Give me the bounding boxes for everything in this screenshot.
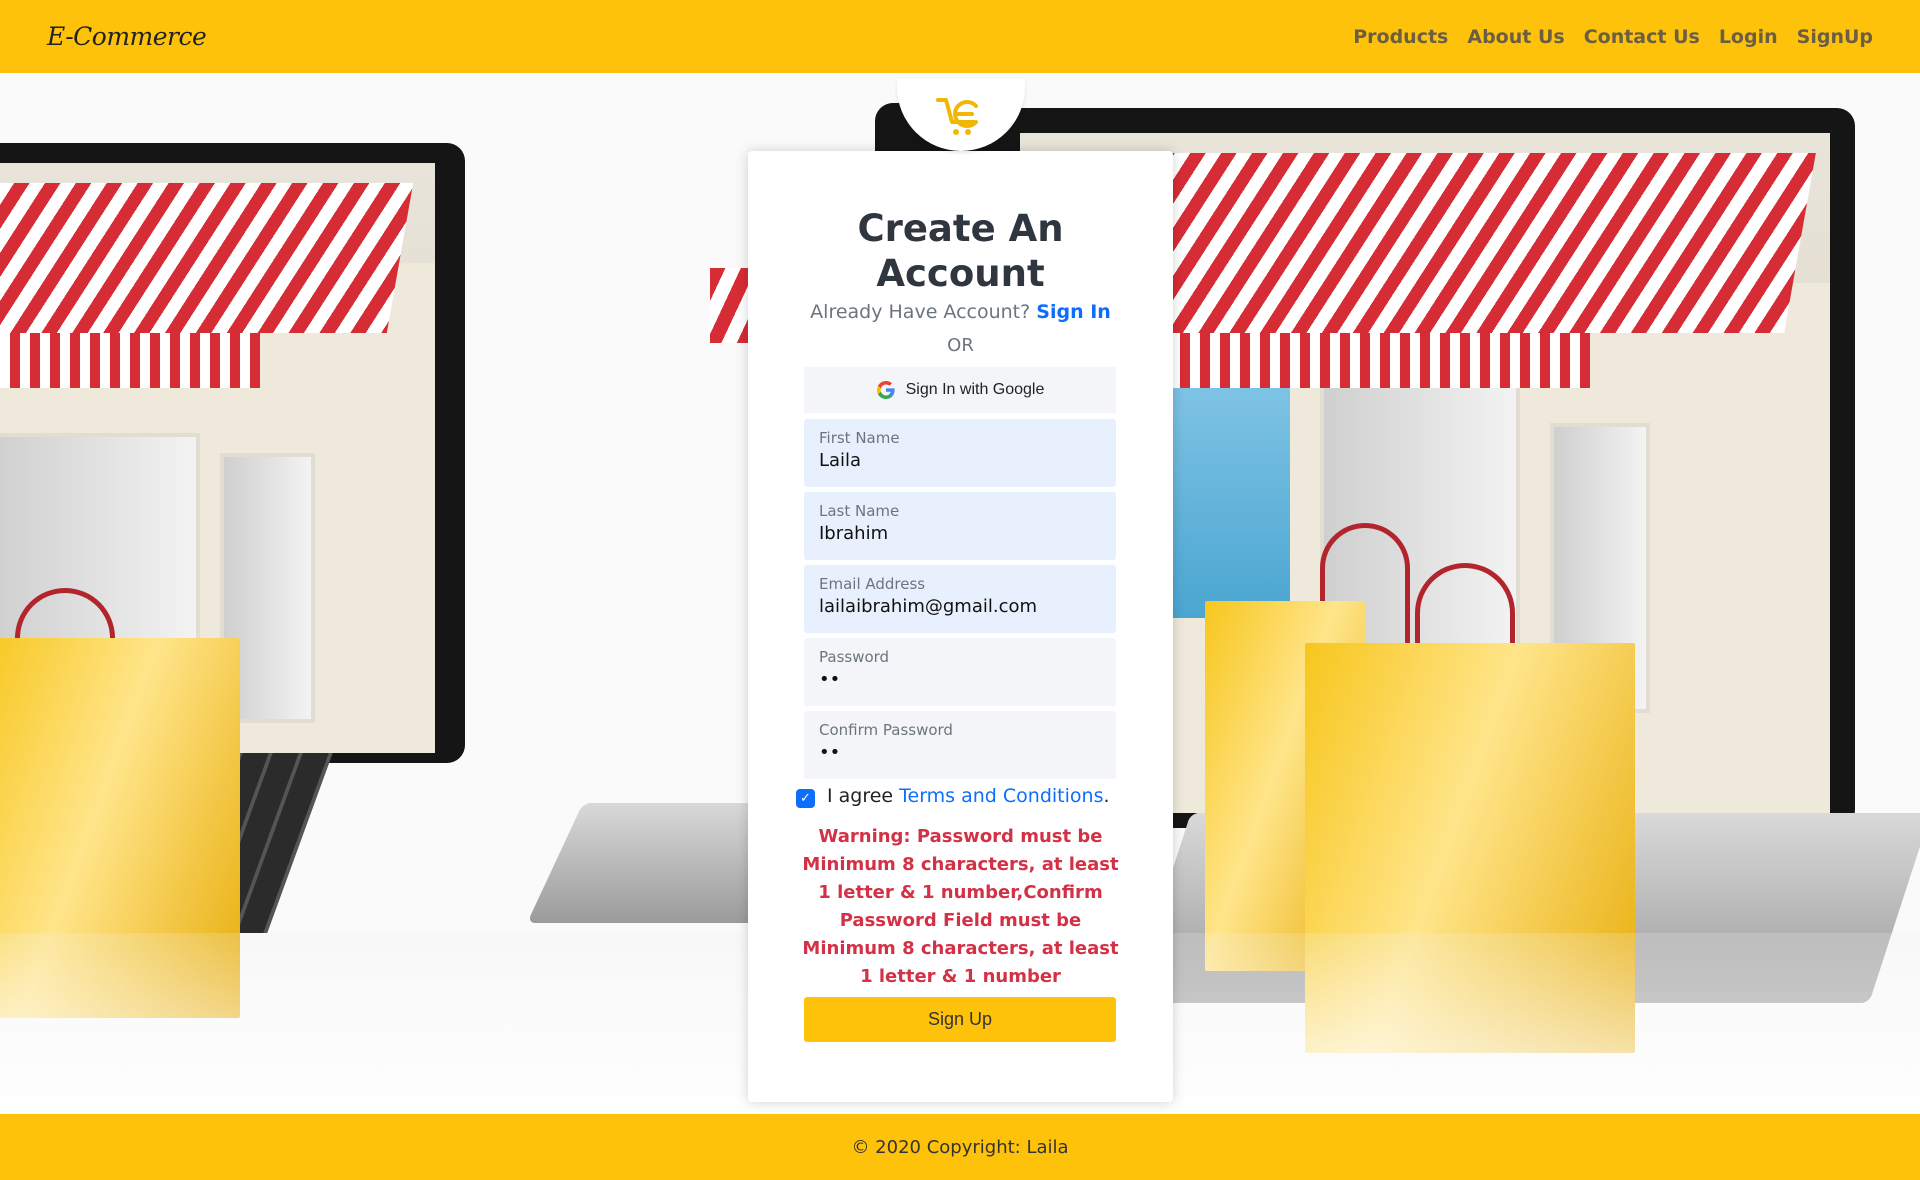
terms-and-conditions-link[interactable]: Terms and Conditions [899, 785, 1103, 807]
nav-links: Products About Us Contact Us Login SignU… [1334, 26, 1873, 48]
confirm-password-value[interactable]: •• [819, 742, 1101, 763]
sign-in-link[interactable]: Sign In [1036, 301, 1111, 323]
google-icon [876, 381, 895, 399]
agree-text: I agree [827, 784, 894, 807]
terms-period: . [1103, 784, 1110, 807]
first-name-value[interactable]: Laila [819, 450, 1101, 471]
sign-up-button[interactable]: Sign Up [804, 997, 1116, 1042]
nav-link-login[interactable]: Login [1719, 26, 1778, 48]
email-value[interactable]: lailaibrahim@gmail.com [819, 596, 1101, 617]
signup-card: Create An Account Already Have Account? … [748, 151, 1173, 1102]
last-name-value[interactable]: Ibrahim [819, 523, 1101, 544]
google-sign-in-button[interactable]: Sign In with Google [804, 367, 1116, 413]
email-label: Email Address [819, 575, 926, 593]
password-warning-message: Warning: Password must be Minimum 8 char… [802, 826, 1119, 987]
terms-checkbox[interactable]: ✓ [796, 789, 815, 808]
already-have-account-line: Already Have Account? Sign In [748, 301, 1173, 323]
cart-logo-icon [936, 98, 978, 135]
password-value[interactable]: •• [819, 669, 1101, 690]
or-divider: OR [947, 335, 974, 356]
nav-link-about-us[interactable]: About Us [1467, 26, 1564, 48]
password-field[interactable]: Password •• [804, 638, 1116, 706]
navbar: E-Commerce Products About Us Contact Us … [0, 0, 1920, 73]
brand-logo-text[interactable]: E-Commerce [47, 22, 207, 51]
google-button-label: Sign In with Google [905, 381, 1045, 398]
first-name-field[interactable]: First Name Laila [804, 419, 1116, 487]
page-title-line1: Create An [857, 207, 1064, 250]
password-label: Password [819, 648, 890, 666]
nav-link-contact-us[interactable]: Contact Us [1584, 26, 1700, 48]
footer-copyright: © 2020 Copyright: Laila [851, 1136, 1069, 1158]
page-title: Create An Account [748, 206, 1173, 296]
email-field[interactable]: Email Address lailaibrahim@gmail.com [804, 565, 1116, 633]
checkmark-icon: ✓ [800, 791, 811, 806]
nav-link-products[interactable]: Products [1353, 26, 1448, 48]
footer: © 2020 Copyright: Laila [0, 1114, 1920, 1180]
already-have-account-text: Already Have Account? [810, 301, 1031, 323]
last-name-field[interactable]: Last Name Ibrahim [804, 492, 1116, 560]
nav-link-signup[interactable]: SignUp [1797, 26, 1873, 48]
confirm-password-field[interactable]: Confirm Password •• [804, 711, 1116, 779]
page-title-line2: Account [876, 252, 1045, 295]
first-name-label: First Name [819, 429, 900, 447]
terms-agreement-row: ✓ I agree Terms and Conditions. [796, 783, 1110, 808]
last-name-label: Last Name [819, 502, 900, 520]
confirm-password-label: Confirm Password [819, 721, 953, 739]
